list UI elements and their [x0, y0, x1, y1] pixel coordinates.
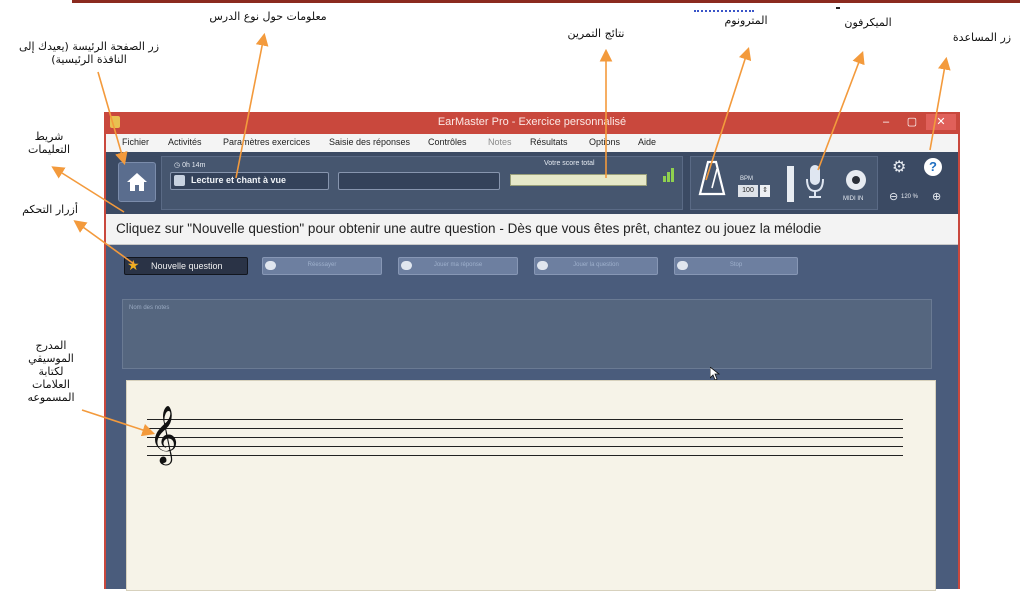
arrow-metronome — [705, 46, 752, 181]
arrow-lesson-info — [235, 32, 269, 179]
arrow-home-button — [97, 71, 128, 166]
arrow-music-staff — [81, 409, 156, 437]
arrow-instruction-bar — [51, 166, 125, 213]
arrow-control-buttons — [73, 220, 135, 265]
arrow-help-button — [929, 56, 951, 151]
annotation-arrows — [51, 32, 951, 437]
arrow-microphone — [817, 51, 865, 171]
